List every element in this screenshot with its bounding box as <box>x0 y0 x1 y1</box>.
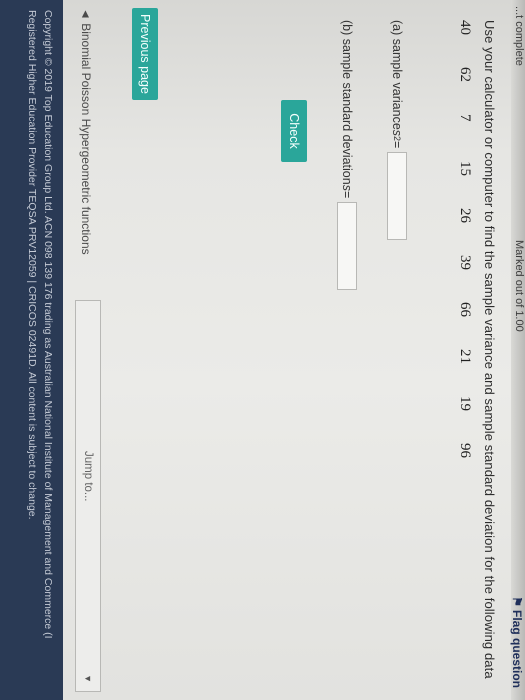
status-fragment: ...t complete <box>513 6 525 66</box>
check-button[interactable]: Check <box>281 100 307 162</box>
flag-icon: ⚑ <box>510 596 524 607</box>
data-value: 15 <box>457 161 473 176</box>
sample-std-dev-input[interactable] <box>337 202 357 291</box>
part-b-label: (b) sample standard deviation <box>340 20 354 185</box>
question-prompt: Use your calculator or computer to find … <box>482 20 497 679</box>
marks-text: Marked out of 1.00 <box>513 240 525 332</box>
sample-variance-input[interactable] <box>387 152 407 241</box>
footer: Copyright © 2019 Top Education Group Ltd… <box>0 0 63 700</box>
data-value: 39 <box>457 255 473 270</box>
flag-question-label: Flag question <box>510 610 524 688</box>
data-value: 19 <box>457 396 473 411</box>
previous-activity-link[interactable]: ◄ Binomial Poisson Hypergeometric functi… <box>79 8 93 255</box>
data-value: 40 <box>457 20 473 35</box>
chevron-down-icon: ▼ <box>83 674 93 683</box>
footer-registration: Registered Higher Education Provider TEQ… <box>26 10 38 520</box>
quiz-page: ...t complete Marked out of 1.00 ⚑ Flag q… <box>0 0 525 700</box>
flag-question-link[interactable]: ⚑ Flag question <box>510 596 524 688</box>
data-value: 21 <box>457 349 473 364</box>
footer-copyright: Copyright © 2019 Top Education Group Ltd… <box>42 10 54 639</box>
part-b: (b) sample standard deviation s = <box>337 20 357 291</box>
part-a: (a) sample variance s 2 = <box>387 20 407 241</box>
data-value: 96 <box>457 443 473 458</box>
previous-page-button[interactable]: Previous page <box>132 8 158 100</box>
data-value: 26 <box>457 208 473 223</box>
part-a-equals: = <box>390 141 404 149</box>
data-values-row: 40 62 7 15 26 39 66 21 19 96 <box>456 20 473 490</box>
data-value: 7 <box>457 114 473 122</box>
jump-to-select[interactable]: Jump to... ▼ <box>75 300 101 692</box>
jump-to-value: Jump to... <box>82 451 94 502</box>
part-a-label: (a) sample variance <box>390 20 404 130</box>
part-b-equals: = <box>340 190 354 199</box>
question-info-strip: ...t complete Marked out of 1.00 ⚑ Flag q… <box>510 0 525 700</box>
data-value: 66 <box>457 302 473 317</box>
data-value: 62 <box>457 67 473 82</box>
